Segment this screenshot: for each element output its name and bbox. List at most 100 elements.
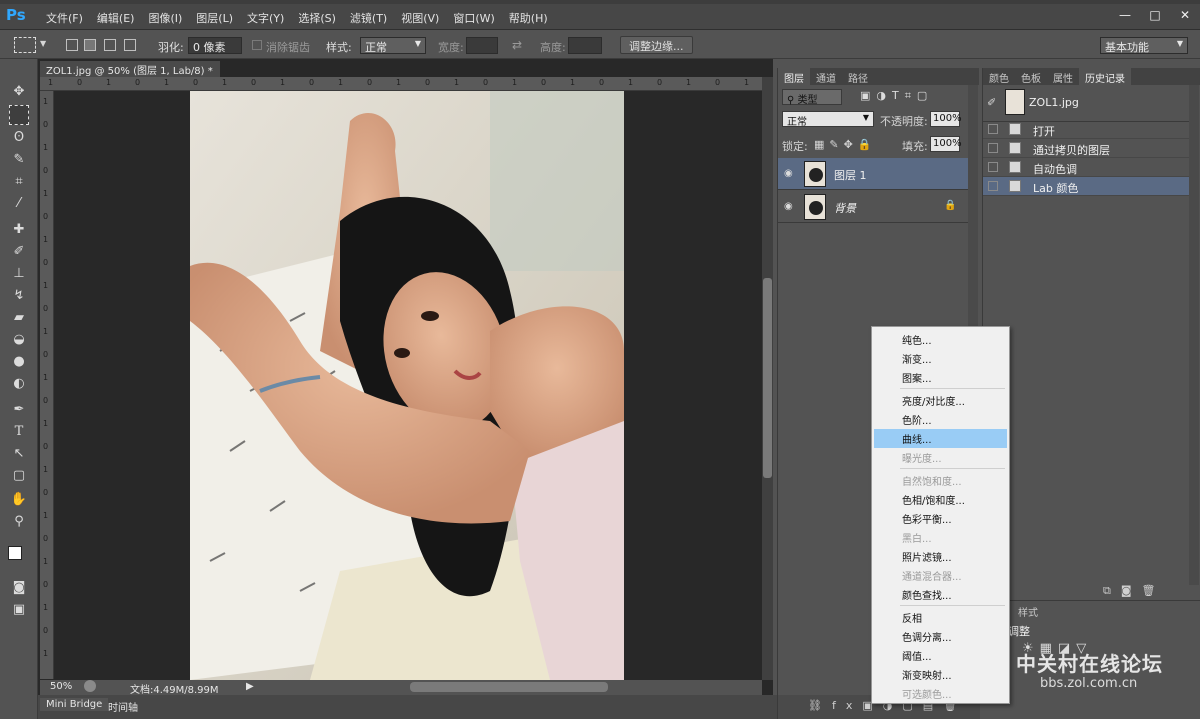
history-footer-icons[interactable]: ⧉◙🗑 xyxy=(1103,584,1166,598)
tab-styles[interactable]: 样式 xyxy=(1018,604,1038,619)
canvas-scroll-thumb[interactable] xyxy=(763,278,772,478)
zoom-level[interactable]: 50% xyxy=(50,681,72,692)
healing-brush-tool-icon[interactable]: ✚ xyxy=(9,219,29,239)
width-input[interactable] xyxy=(466,37,498,54)
menu-window[interactable]: 窗口(W) xyxy=(447,10,500,26)
history-brush-source-icon[interactable]: ✐ xyxy=(987,96,996,109)
type-tool-icon[interactable]: T xyxy=(9,421,29,441)
menu-item[interactable]: 纯色... xyxy=(874,330,1007,349)
history-scrollbar[interactable] xyxy=(1189,85,1199,585)
menu-item[interactable]: 阈值... xyxy=(874,646,1007,665)
eye-icon[interactable]: ◉ xyxy=(784,201,793,212)
horizontal-ruler[interactable]: 1 0 1 0 1 0 1 0 1 0 1 0 1 0 1 0 1 0 1 0 1 0 1 0 1 xyxy=(40,77,762,91)
lock-icons[interactable]: ▦✎✥🔒 xyxy=(814,138,877,151)
hand-tool-icon[interactable]: ✋ xyxy=(9,489,29,509)
close-button[interactable]: ✕ xyxy=(1170,4,1200,26)
menu-item[interactable]: 反相 xyxy=(874,608,1007,627)
subtract-selection-icon[interactable] xyxy=(104,39,116,51)
tab-paths[interactable]: 路径 xyxy=(842,68,874,85)
minimize-button[interactable]: — xyxy=(1110,4,1140,26)
blur-tool-icon[interactable]: ● xyxy=(9,351,29,371)
history-step[interactable]: 打开 xyxy=(983,120,1189,139)
history-brush-tool-icon[interactable]: ↯ xyxy=(9,285,29,305)
eye-icon[interactable]: ◉ xyxy=(784,168,793,179)
fill-input[interactable]: 100% xyxy=(930,136,962,152)
feather-input[interactable]: 0 像素 xyxy=(188,37,242,54)
add-selection-icon[interactable] xyxy=(84,39,96,51)
lasso-tool-icon[interactable]: ʘ xyxy=(9,127,29,147)
tab-mini-bridge[interactable]: Mini Bridge xyxy=(40,698,109,711)
eyedropper-tool-icon[interactable]: ⁄ xyxy=(9,193,29,213)
marquee-preset-icon[interactable] xyxy=(14,37,36,53)
photo-canvas[interactable] xyxy=(190,91,624,680)
tab-channels[interactable]: 通道 xyxy=(810,68,842,85)
style-select[interactable]: 正常 ▼ xyxy=(360,37,426,54)
history-step[interactable]: 自动色调 xyxy=(983,158,1189,177)
layer-row-layer1[interactable]: ◉ 图层 1 xyxy=(778,158,968,190)
menu-item[interactable]: 照片滤镜... xyxy=(874,547,1007,566)
height-input[interactable] xyxy=(568,37,602,54)
paint-bucket-tool-icon[interactable]: ◒ xyxy=(9,329,29,349)
new-selection-icon[interactable] xyxy=(66,39,78,51)
tab-layers[interactable]: 图层 xyxy=(778,68,810,85)
zoom-tool-icon[interactable]: ⚲ xyxy=(9,511,29,531)
menu-filter[interactable]: 滤镜(T) xyxy=(344,10,393,26)
document-tab[interactable]: ZOL1.jpg @ 50% (图层 1, Lab/8) * × xyxy=(40,61,220,88)
brush-tool-icon[interactable]: ✐ xyxy=(9,241,29,261)
quick-select-tool-icon[interactable]: ✎ xyxy=(9,149,29,169)
history-step[interactable]: Lab 颜色 xyxy=(983,177,1189,196)
refine-edge-button[interactable]: 调整边缘... xyxy=(620,36,693,54)
menu-item[interactable]: 渐变映射... xyxy=(874,665,1007,684)
layer-filter-select[interactable]: ⚲ 类型 xyxy=(782,89,842,106)
menu-help[interactable]: 帮助(H) xyxy=(503,10,554,26)
history-checkbox[interactable] xyxy=(988,181,998,191)
menu-type[interactable]: 文字(Y) xyxy=(241,10,290,26)
menu-edit[interactable]: 编辑(E) xyxy=(91,10,141,26)
layer-name[interactable]: 图层 1 xyxy=(834,167,867,183)
tab-timeline[interactable]: 时间轴 xyxy=(102,698,144,715)
vertical-ruler[interactable]: 1 0 1 0 1 0 1 0 1 0 1 0 1 0 1 0 1 0 1 0 1 0 1 0 1 xyxy=(40,91,54,679)
path-select-tool-icon[interactable]: ↖ xyxy=(9,443,29,463)
menu-item[interactable]: 色阶... xyxy=(874,410,1007,429)
preset-dropdown-arrow-icon[interactable]: ▼ xyxy=(40,39,46,48)
history-checkbox[interactable] xyxy=(988,162,998,172)
tab-swatches[interactable]: 色板 xyxy=(1015,68,1047,85)
menu-image[interactable]: 图像(I) xyxy=(142,10,188,26)
quick-mask-icon[interactable]: ◙ xyxy=(9,577,29,597)
workspace-select[interactable]: 基本功能 ▼ xyxy=(1100,37,1188,54)
menu-view[interactable]: 视图(V) xyxy=(395,10,445,26)
blend-mode-select[interactable]: 正常 ▼ xyxy=(782,111,874,128)
layer-name[interactable]: 背景 xyxy=(834,200,856,216)
opacity-input[interactable]: 100% xyxy=(930,111,962,127)
tab-history[interactable]: 历史记录 xyxy=(1079,68,1131,85)
menu-item[interactable]: 色调分离... xyxy=(874,627,1007,646)
status-info-icon[interactable] xyxy=(84,680,96,692)
history-step[interactable]: 通过拷贝的图层 xyxy=(983,139,1189,158)
menu-item[interactable]: 颜色查找... xyxy=(874,585,1007,604)
intersect-selection-icon[interactable] xyxy=(124,39,136,51)
screen-mode-icon[interactable]: ▣ xyxy=(9,599,29,619)
menu-item[interactable]: 亮度/对比度... xyxy=(874,391,1007,410)
move-tool-icon[interactable]: ✥ xyxy=(9,81,29,101)
maximize-button[interactable]: □ xyxy=(1140,4,1170,26)
menu-item[interactable]: 色彩平衡... xyxy=(874,509,1007,528)
eraser-tool-icon[interactable]: ▰ xyxy=(9,307,29,327)
history-checkbox[interactable] xyxy=(988,143,998,153)
menu-item[interactable]: 色相/饱和度... xyxy=(874,490,1007,509)
marquee-tool-icon[interactable] xyxy=(9,105,29,125)
crop-tool-icon[interactable]: ⌗ xyxy=(9,171,29,191)
menu-select[interactable]: 选择(S) xyxy=(292,10,342,26)
menu-item[interactable]: 曲线... xyxy=(874,429,1007,448)
tab-color[interactable]: 颜色 xyxy=(983,68,1015,85)
canvas-horizontal-scroll-thumb[interactable] xyxy=(410,682,608,692)
antialias-checkbox[interactable] xyxy=(252,40,262,50)
tab-properties[interactable]: 属性 xyxy=(1047,68,1079,85)
menu-item[interactable]: 渐变... xyxy=(874,349,1007,368)
menu-layer[interactable]: 图层(L) xyxy=(190,10,239,26)
shape-tool-icon[interactable]: ▢ xyxy=(9,465,29,485)
menu-file[interactable]: 文件(F) xyxy=(40,10,89,26)
foreground-color-swatch[interactable] xyxy=(8,546,22,560)
swap-icon[interactable]: ⇄ xyxy=(512,38,522,52)
layer-row-background[interactable]: ◉ 背景 🔒 xyxy=(778,191,968,223)
clone-stamp-tool-icon[interactable]: ⊥ xyxy=(9,263,29,283)
